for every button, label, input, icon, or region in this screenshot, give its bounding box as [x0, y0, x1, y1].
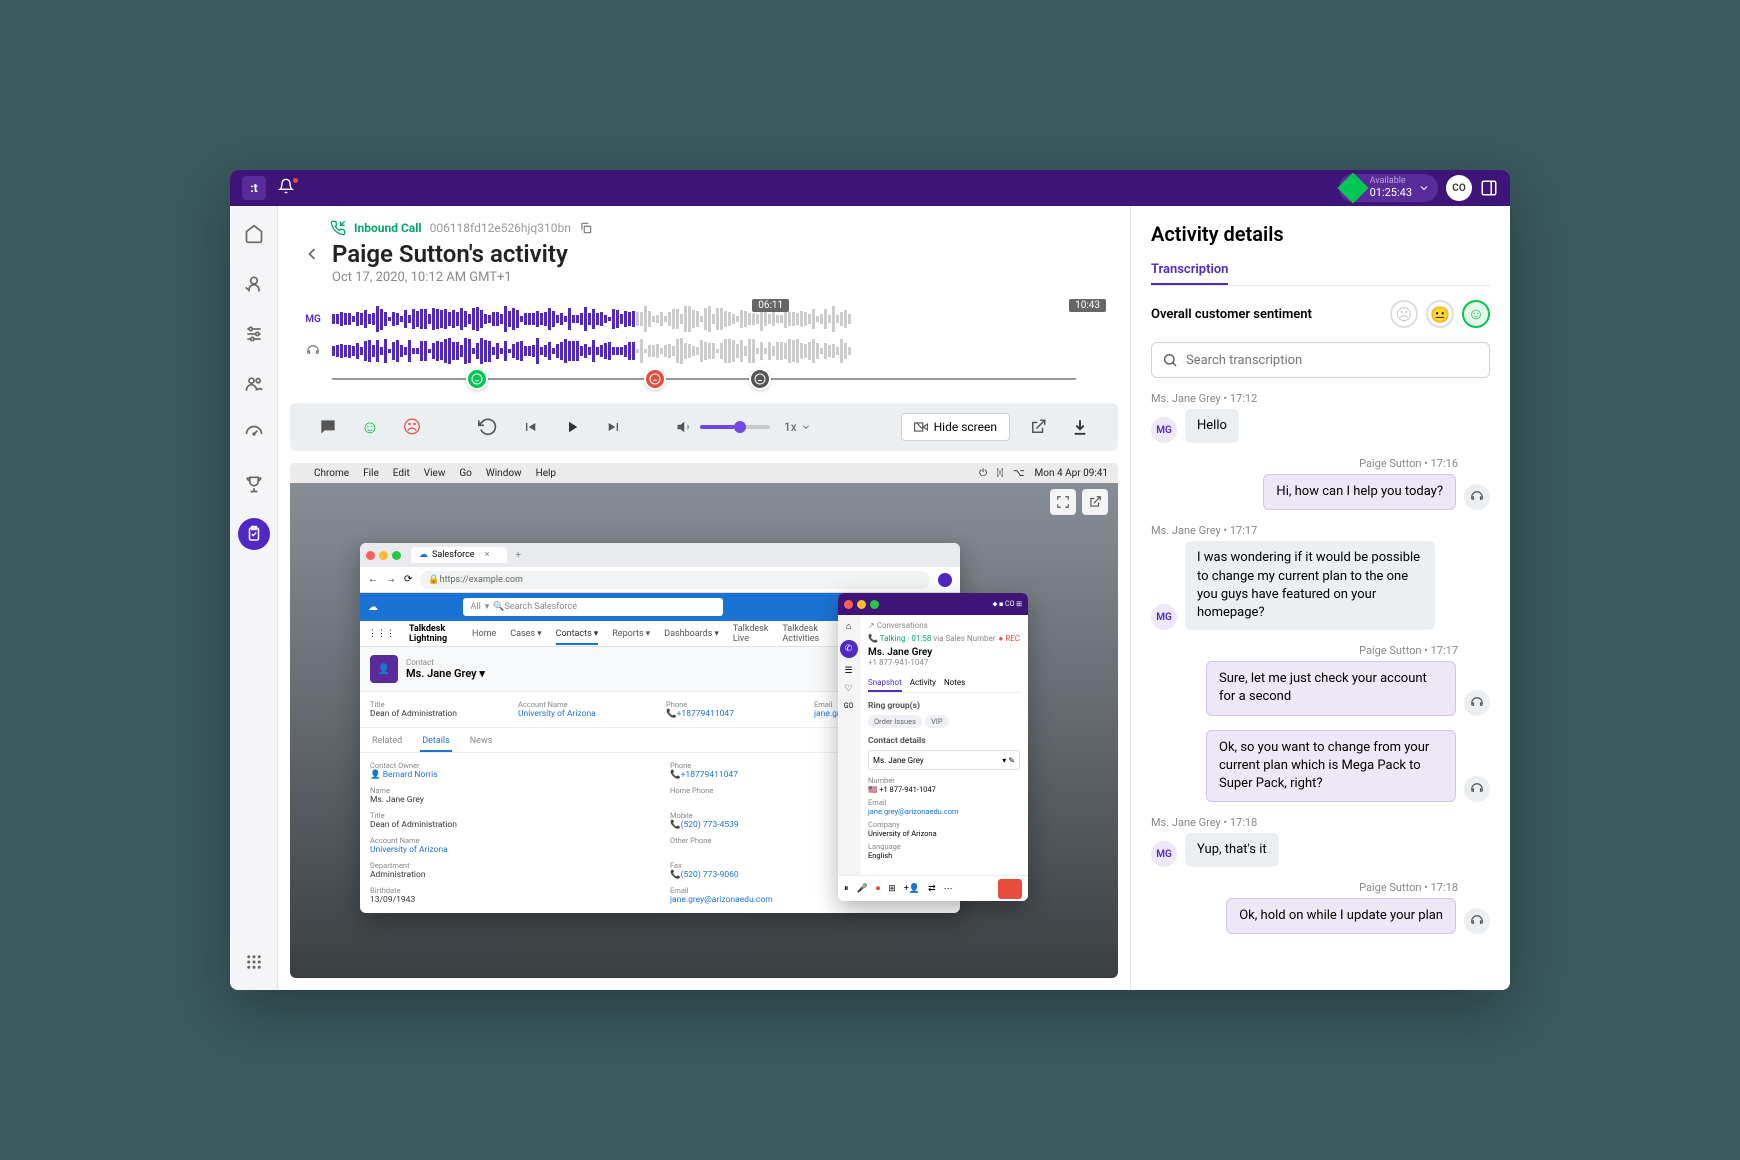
contact-avatar-icon: 👤 [370, 655, 398, 683]
panel-toggle-icon[interactable] [1480, 179, 1498, 197]
transcript-message[interactable]: Paige Sutton • 17:18Ok, hold on while I … [1151, 881, 1490, 934]
macos-menubar: ChromeFileEditViewGoWindowHelp ⏻ᛞ⌥Mon 4 … [290, 463, 1118, 483]
transcript-message[interactable]: Paige Sutton • 17:17Sure, let me just ch… [1151, 644, 1490, 715]
diamond-icon [1337, 172, 1368, 203]
headphones-icon [306, 344, 320, 358]
sentiment-happy-icon[interactable]: ☺ [1462, 300, 1490, 328]
w-go-icon[interactable]: GO [844, 702, 854, 710]
download-button[interactable] [1066, 413, 1094, 441]
w-mute-icon[interactable]: 🎤 [857, 884, 868, 894]
comment-button[interactable] [314, 413, 342, 441]
nav-sliders[interactable] [238, 318, 270, 350]
transcript-list: Ms. Jane Grey • 17:12MGHello Paige Sutton… [1131, 392, 1510, 990]
activity-details-panel: Activity details Transcription Overall c… [1130, 206, 1510, 990]
transcript-message[interactable]: Ok, so you want to change from your curr… [1151, 730, 1490, 803]
w-pause-icon[interactable]: ⏸ [844, 884, 849, 894]
call-type: Inbound Call [354, 221, 422, 235]
search-input[interactable] [1186, 353, 1479, 368]
time-marker-end: 10:43 [1069, 299, 1106, 312]
fullscreen-button[interactable] [1050, 489, 1076, 515]
page-title: Paige Sutton's activity [332, 240, 568, 268]
screen-recording: ChromeFileEditViewGoWindowHelp ⏻ᛞ⌥Mon 4 … [290, 463, 1118, 978]
sad-button[interactable]: ☹ [398, 413, 426, 441]
panel-title: Activity details [1151, 222, 1490, 246]
call-id: 006118fd12e526hjq310bn [430, 221, 571, 235]
transcript-message[interactable]: Ms. Jane Grey • 17:12MGHello [1151, 392, 1490, 443]
agent-status[interactable]: Available 01:25:43 [1339, 174, 1438, 202]
w-keypad-icon[interactable]: ⊞ [888, 884, 896, 894]
new-tab-button[interactable]: + [515, 550, 521, 561]
player-bar: ☺ ☹ 1x Hide screen [290, 403, 1118, 451]
inbound-call-icon [330, 220, 346, 236]
volume-control[interactable] [676, 418, 770, 436]
sentiment-marker-sad[interactable] [644, 368, 666, 390]
sentiment-marker-neutral[interactable] [749, 368, 771, 390]
titlebar: :t Available 01:25:43 CO [230, 170, 1510, 206]
w-more-icon[interactable]: ⋯ [944, 884, 953, 894]
nav-team[interactable] [238, 368, 270, 400]
app-logo-icon[interactable]: :t [242, 176, 266, 200]
replay-button[interactable] [474, 413, 502, 441]
w-bell-icon[interactable]: ♡ [844, 684, 852, 694]
w-add-icon[interactable]: +👤 [904, 884, 920, 894]
sentiment-track [302, 371, 1106, 395]
popout-button[interactable] [1024, 413, 1052, 441]
sentiment-marker-happy[interactable] [466, 368, 488, 390]
nav-trophy[interactable] [238, 468, 270, 500]
url-field[interactable]: 🔒 https://example.com [420, 571, 930, 589]
nav-apps[interactable] [238, 946, 270, 978]
external-button[interactable] [1082, 489, 1108, 515]
status-timer: 01:25:43 [1370, 187, 1412, 199]
w-record-icon[interactable]: ⏺ [876, 884, 881, 894]
tab-transcription[interactable]: Transcription [1151, 256, 1228, 285]
time-marker-current: 06:11 [752, 299, 789, 312]
transcript-message[interactable]: Paige Sutton • 17:16Hi, how can I help y… [1151, 457, 1490, 510]
nav-clipboard[interactable] [238, 518, 270, 550]
w-chat-icon[interactable]: ☰ [844, 666, 852, 676]
end-call-button[interactable] [998, 879, 1022, 899]
waveform-area[interactable]: 06:11 10:43 MG [278, 295, 1130, 395]
nav-gauge[interactable] [238, 418, 270, 450]
volume-icon [676, 418, 694, 436]
activity-header: Inbound Call 006118fd12e526hjq310bn Paig… [278, 206, 1130, 295]
chevron-down-icon [1418, 182, 1430, 194]
sentiment-sad-icon[interactable]: ☹ [1390, 300, 1418, 328]
sentiment-neutral-icon[interactable]: 😐 [1426, 300, 1454, 328]
notifications-icon[interactable] [278, 178, 298, 198]
transcript-message[interactable]: Ms. Jane Grey • 17:18MGYup, that's it [1151, 816, 1490, 867]
sentiment-label: Overall customer sentiment [1151, 307, 1312, 322]
speaker-label: MG [302, 314, 324, 325]
browser-tab[interactable]: ☁Salesforce× [411, 547, 507, 563]
page-subtitle: Oct 17, 2020, 10:12 AM GMT+1 [332, 270, 1106, 285]
sf-search[interactable]: All▾🔍 Search Salesforce [463, 598, 723, 616]
nav-agent[interactable] [238, 268, 270, 300]
copy-icon[interactable] [579, 221, 593, 235]
prev-button[interactable] [516, 413, 544, 441]
w-home-icon[interactable]: ⌂ [846, 621, 851, 632]
hide-screen-button[interactable]: Hide screen [901, 413, 1010, 441]
w-active-icon[interactable]: ✆ [840, 640, 858, 658]
w-transfer-icon[interactable]: ⇄ [928, 884, 936, 894]
next-button[interactable] [600, 413, 628, 441]
happy-button[interactable]: ☺ [356, 413, 384, 441]
cti-widget: ⬥ ◼ CO ⊞ ⌂ ✆ ☰ ♡ GO ↗ Conversatio [838, 593, 1028, 901]
user-avatar[interactable]: CO [1446, 175, 1472, 201]
nav-home[interactable] [238, 218, 270, 250]
back-icon[interactable] [302, 244, 322, 264]
app-window: :t Available 01:25:43 CO [230, 170, 1510, 990]
playback-speed[interactable]: 1x [784, 420, 811, 434]
search-icon [1162, 352, 1178, 368]
transcript-search[interactable] [1151, 342, 1490, 378]
play-button[interactable] [558, 413, 586, 441]
sidebar-rail [230, 206, 278, 990]
transcript-message[interactable]: Ms. Jane Grey • 17:17MGI was wondering i… [1151, 524, 1490, 630]
